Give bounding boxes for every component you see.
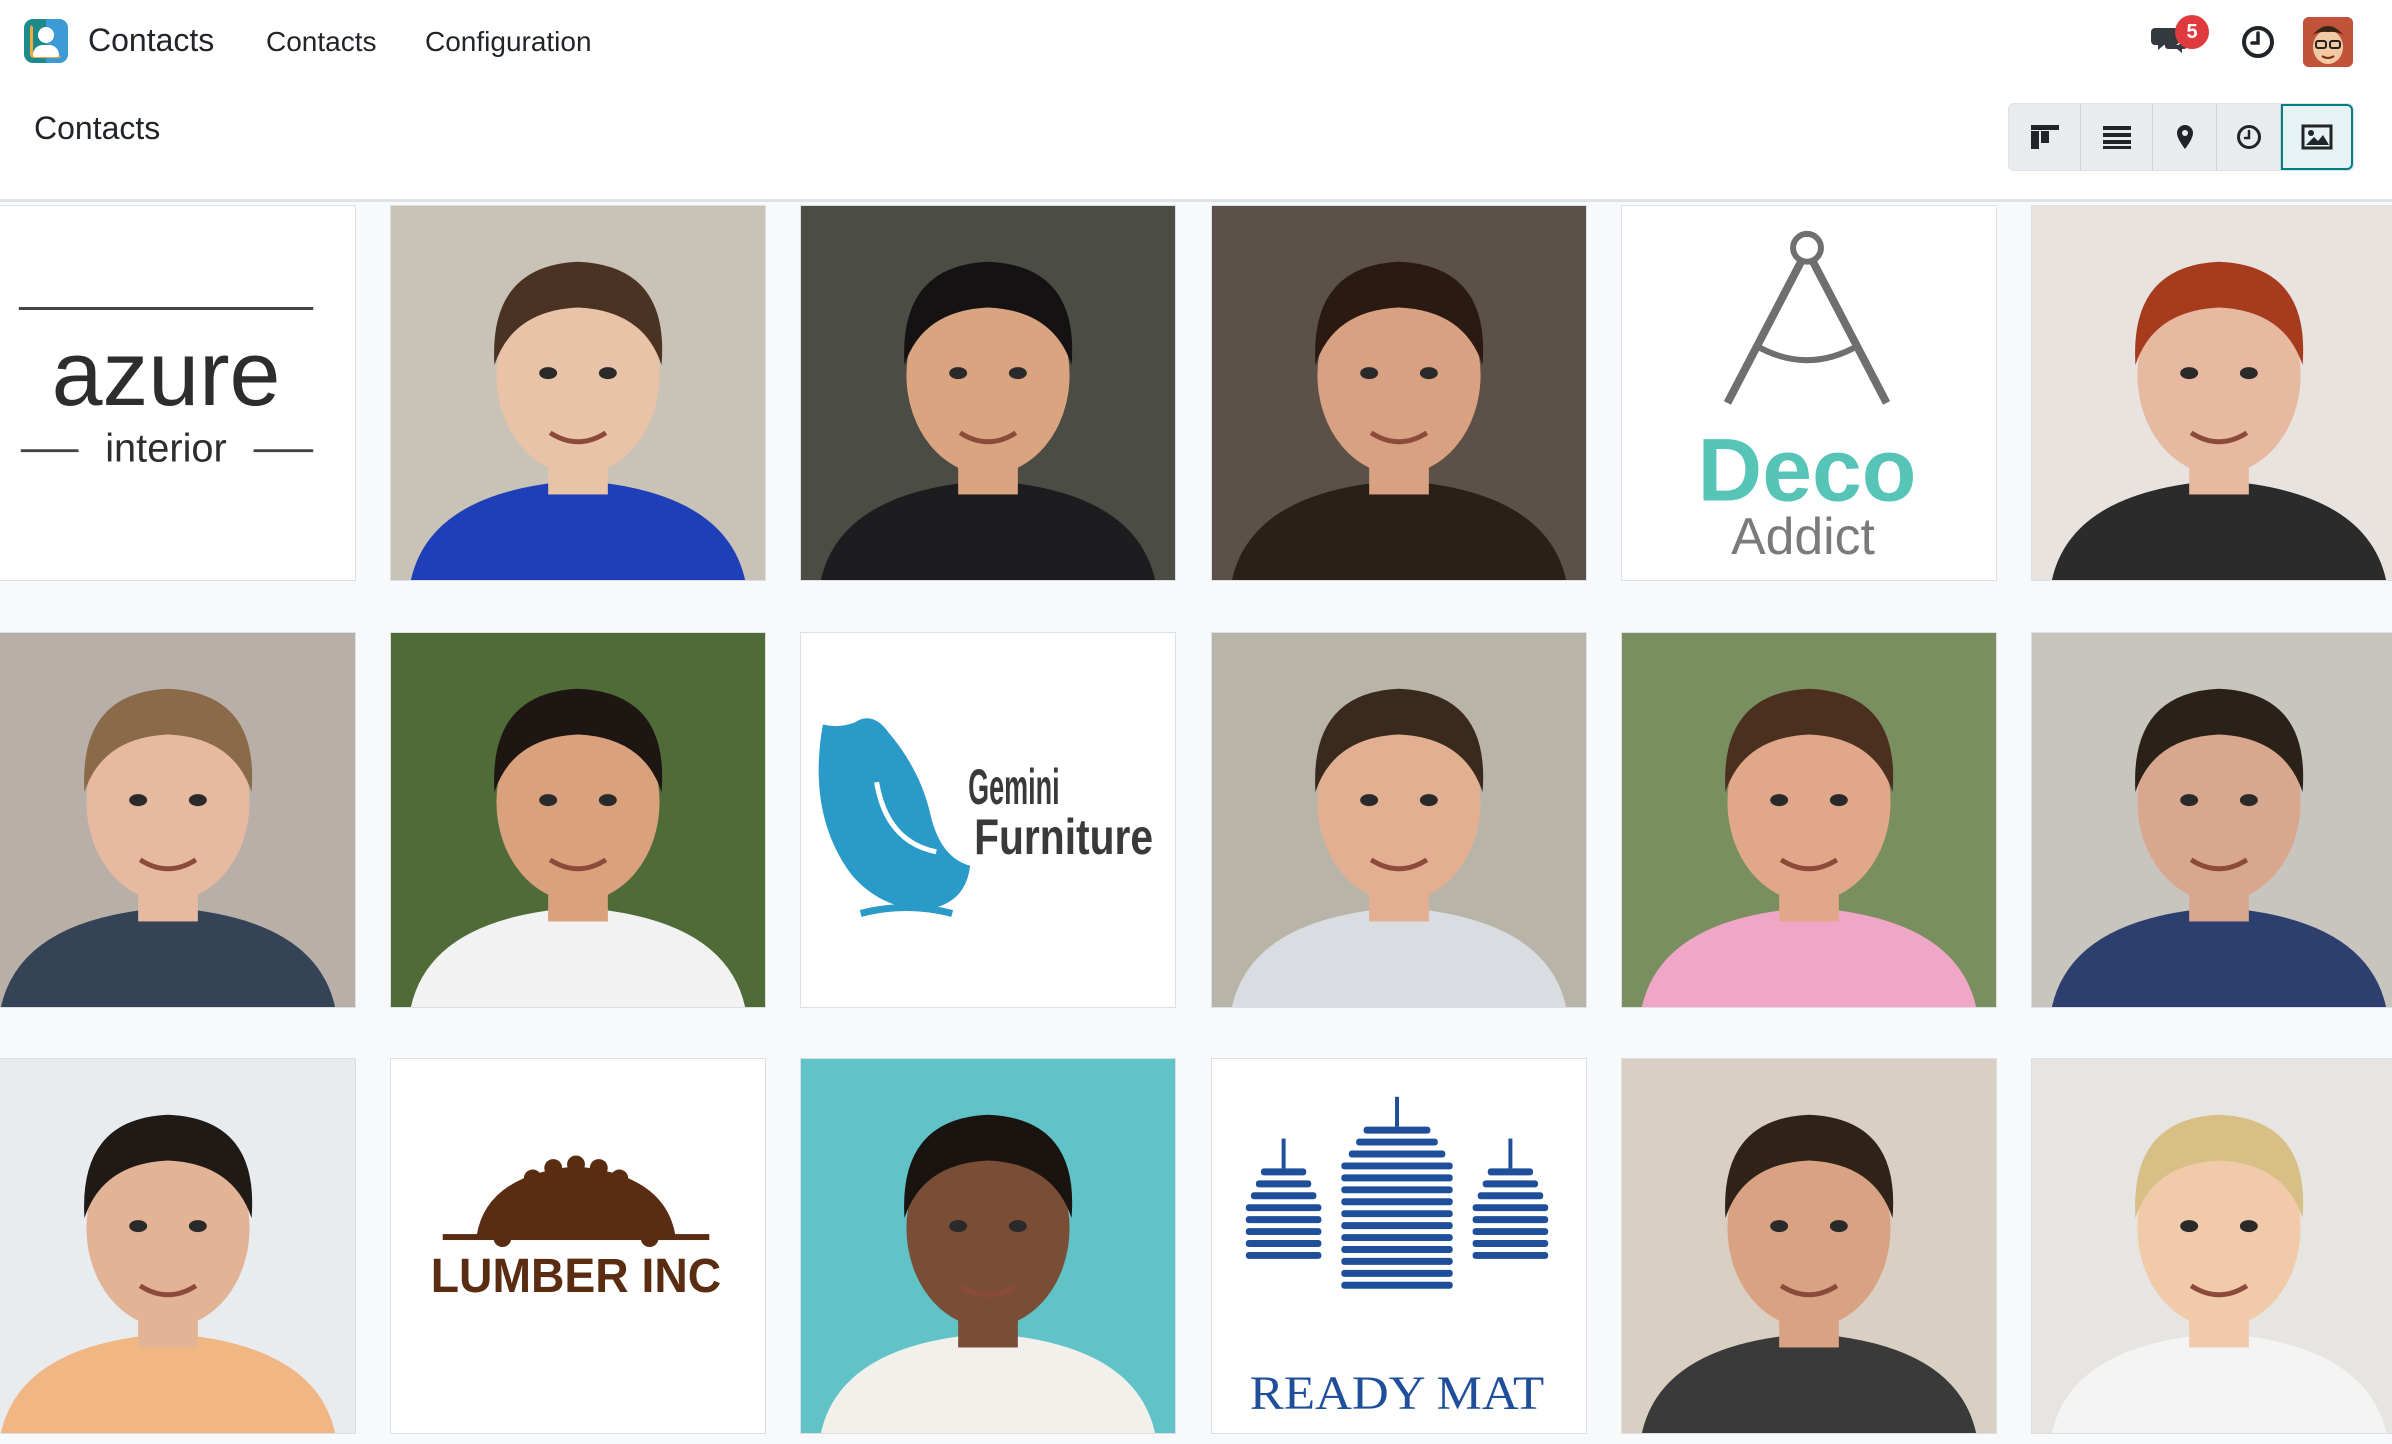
contact-card-photo[interactable]: [390, 632, 766, 1008]
top-navbar: Contacts Contacts Configuration 5: [0, 0, 2392, 84]
kanban-view-button[interactable]: [2009, 104, 2081, 170]
menu-item-contacts[interactable]: Contacts: [266, 26, 377, 58]
contact-photo-image: [801, 1059, 1175, 1433]
contact-card-photo[interactable]: [1211, 632, 1587, 1008]
contacts-app-icon[interactable]: [24, 19, 68, 63]
clock-icon: [2242, 26, 2274, 58]
image-icon: [2301, 124, 2333, 150]
contact-photo-image: [1622, 1059, 1996, 1433]
activity-button[interactable]: [2234, 18, 2282, 66]
contact-card-company-logo[interactable]: LUMBER INC: [390, 1058, 766, 1434]
contact-card-photo[interactable]: [1211, 205, 1587, 581]
contact-card-photo[interactable]: [2031, 632, 2392, 1008]
contact-photo-image: [801, 206, 1175, 580]
list-view-button[interactable]: [2081, 104, 2153, 170]
control-panel: Contacts: [0, 84, 2392, 202]
contact-photo-image: [0, 1059, 355, 1433]
list-icon: [2102, 126, 2131, 149]
contact-card-photo[interactable]: [1621, 632, 1997, 1008]
logo-text-primary: READY MAT: [1250, 1367, 1544, 1420]
logo-text-secondary: Furniture: [974, 809, 1153, 865]
activity-view-button[interactable]: [2217, 104, 2281, 170]
logo-text-secondary: Addict: [1731, 507, 1875, 565]
contact-card-photo[interactable]: [0, 632, 356, 1008]
map-pin-icon: [2176, 125, 2193, 149]
contact-card-company-logo[interactable]: Gemini Furniture: [800, 632, 1176, 1008]
contact-card-company-logo[interactable]: READY MAT: [1211, 1058, 1587, 1434]
company-logo-image: GeminiFurniture: [801, 633, 1175, 1007]
app-name[interactable]: Contacts: [88, 22, 214, 59]
contact-card-photo[interactable]: [1621, 1058, 1997, 1434]
contact-card-photo[interactable]: [2031, 1058, 2392, 1434]
contact-card-photo[interactable]: [0, 1058, 356, 1434]
contact-photo-image: [1212, 206, 1586, 580]
menu-item-configuration[interactable]: Configuration: [425, 26, 592, 58]
contact-photo-image: [0, 633, 355, 1007]
clock-icon: [2236, 125, 2261, 149]
contact-photo-image: [2032, 633, 2392, 1007]
contact-photo-image: [1622, 633, 1996, 1007]
contact-card-company-logo[interactable]: azure interior: [0, 205, 356, 581]
company-logo-image: azureinterior: [0, 206, 355, 580]
user-avatar[interactable]: [2303, 17, 2353, 67]
company-logo-image: READY MAT: [1212, 1059, 1586, 1433]
logo-text-secondary: interior: [105, 427, 227, 471]
contact-card-photo[interactable]: [390, 205, 766, 581]
logo-text-primary: Gemini: [968, 759, 1060, 815]
contact-card-photo[interactable]: [800, 205, 1176, 581]
contact-card-photo[interactable]: [800, 1058, 1176, 1434]
contact-photo-image: [1212, 633, 1586, 1007]
contact-photo-image: [391, 206, 765, 580]
logo-text-primary: Deco: [1698, 419, 1917, 519]
contact-card-photo[interactable]: [2031, 205, 2392, 581]
map-view-button[interactable]: [2153, 104, 2217, 170]
contact-card-company-logo[interactable]: Deco Addict: [1621, 205, 1997, 581]
logo-text-primary: azure: [52, 323, 281, 425]
view-switcher: [2008, 103, 2354, 171]
contact-photo-image: [2032, 206, 2392, 580]
contact-photo-image: [391, 633, 765, 1007]
company-logo-image: DecoAddict: [1622, 206, 1996, 580]
breadcrumb: Contacts: [34, 110, 161, 146]
kanban-icon: [2030, 125, 2059, 149]
contact-photo-image: [2032, 1059, 2392, 1433]
logo-text-primary: LUMBER INC: [431, 1250, 721, 1303]
company-logo-image: LUMBER INC: [391, 1059, 765, 1433]
image-view-button[interactable]: [2281, 104, 2353, 170]
messages-count-badge: 5: [2175, 15, 2209, 49]
contacts-image-grid: azure interior Deco Addict Gemini Furniture LU…: [0, 202, 2392, 1444]
